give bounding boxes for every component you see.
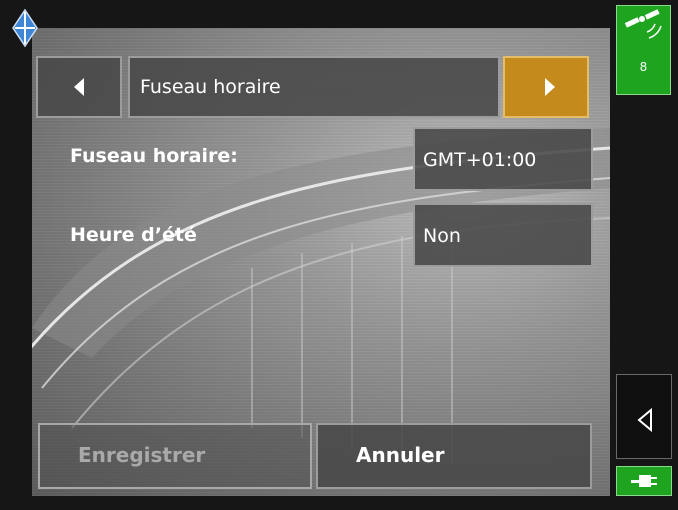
gps-status[interactable]: 8	[616, 5, 671, 95]
cancel-button-label: Annuler	[356, 443, 445, 467]
triangle-right-icon	[545, 78, 555, 96]
satellite-count: 8	[639, 60, 648, 74]
dst-value-field[interactable]: Non	[413, 203, 593, 267]
dst-value: Non	[423, 225, 461, 247]
save-button-label: Enregistrer	[78, 443, 206, 467]
triangle-left-icon	[74, 78, 84, 96]
timezone-value: GMT+01:00	[423, 149, 537, 171]
previous-button[interactable]	[36, 56, 122, 118]
device-screen: 8 Fuseau horaire Fuseau horaire: GMT+01:…	[0, 0, 678, 510]
dst-label: Heure d’été	[70, 224, 197, 246]
page-title-box: Fuseau horaire	[128, 56, 500, 118]
power-plug-icon	[631, 475, 657, 487]
cancel-button[interactable]: Annuler	[316, 423, 592, 489]
back-triangle-icon	[637, 407, 652, 433]
compass-icon[interactable]	[10, 8, 40, 48]
save-button[interactable]: Enregistrer	[38, 423, 312, 489]
next-button[interactable]	[503, 56, 589, 118]
timezone-value-field[interactable]: GMT+01:00	[413, 127, 593, 191]
back-button[interactable]	[616, 374, 672, 459]
power-status	[616, 466, 672, 496]
page-title: Fuseau horaire	[140, 76, 281, 98]
satellite-icon	[624, 9, 662, 39]
timezone-label: Fuseau horaire:	[70, 145, 238, 167]
